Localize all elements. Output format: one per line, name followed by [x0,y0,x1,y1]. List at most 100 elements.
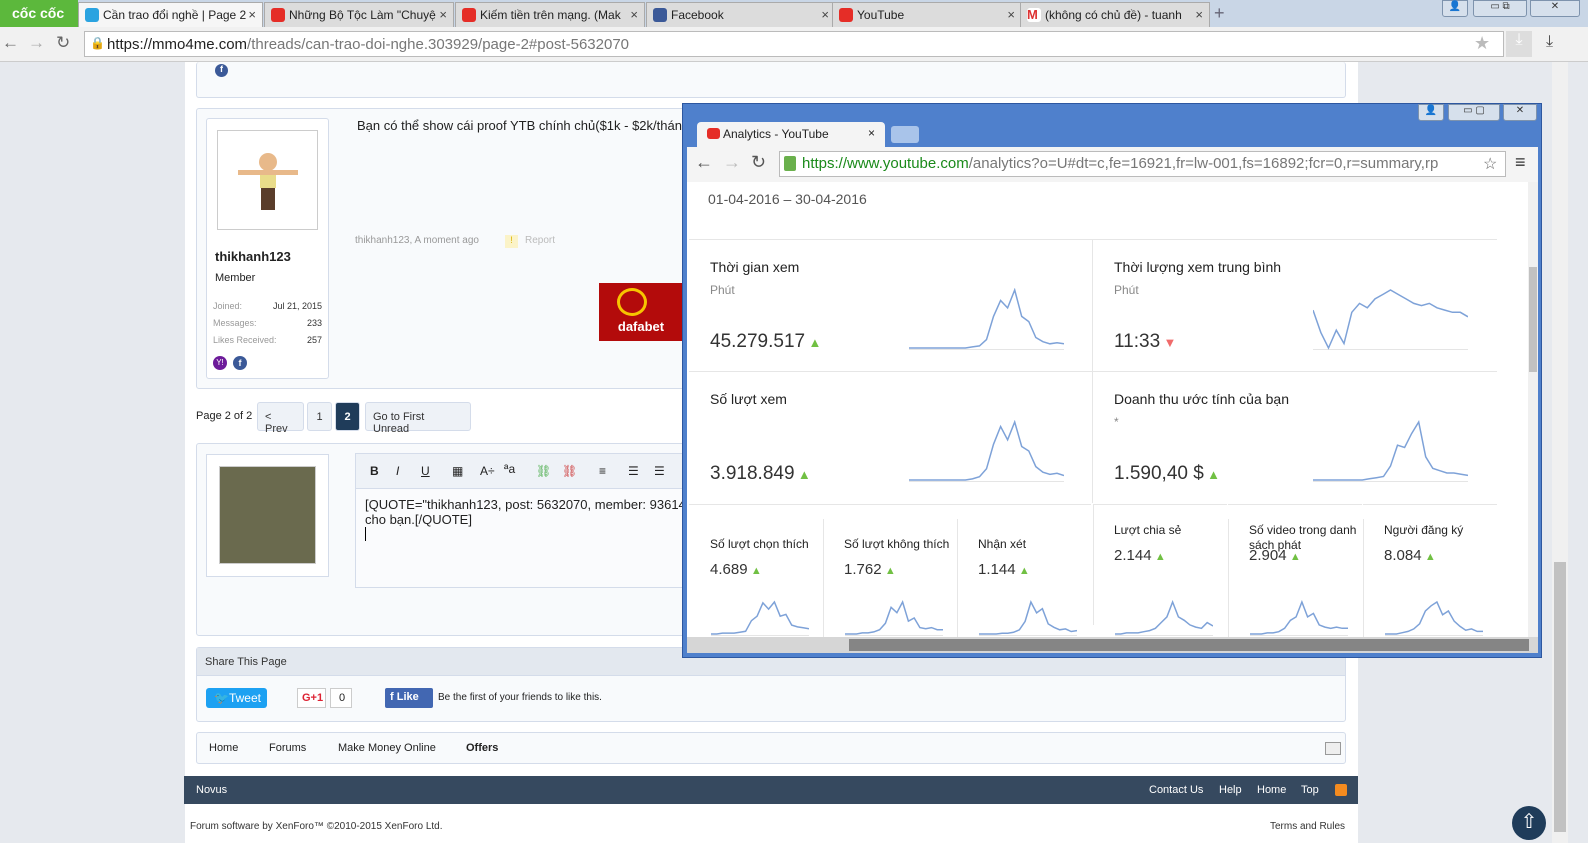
numbered-list-icon[interactable]: ☰ [654,464,665,478]
minimize-restore-buttons[interactable]: ▭ ⧉ [1473,0,1527,17]
browser-tab[interactable]: Facebook × [646,2,836,27]
italic-icon[interactable]: I [396,464,399,478]
metric-value: 8.084 [1384,547,1422,564]
dafabet-ad[interactable]: dafabet [599,283,683,341]
download-icon[interactable]: ⤓ [1506,31,1532,57]
metric-card[interactable]: Doanh thu ước tính của bạn * 1.590,40 $ ▲ [1093,371,1497,503]
sparkline [1312,289,1469,350]
close-window-button[interactable]: ✕ [1503,104,1537,121]
close-tab-icon[interactable]: × [821,7,829,22]
page-1-button[interactable]: 1 [307,402,332,431]
breadcrumb-item[interactable]: Make Money Online [338,742,436,754]
post-meta[interactable]: thikhanh123, A moment ago [355,235,479,246]
menu-icon[interactable]: ≡ [1515,152,1526,173]
tweet-button[interactable]: 🐦Tweet [206,688,267,708]
downloads-icon[interactable]: ⤓ [1546,33,1553,51]
horizontal-scrollbar[interactable] [687,637,1538,653]
page-2-button[interactable]: 2 [335,402,360,431]
back-icon[interactable]: ← [2,33,19,53]
scroll-top-button[interactable]: ⇧ [1512,806,1546,840]
metric-card[interactable]: Số lượt xem 3.918.849 ▲ [689,371,1093,503]
editor-textarea[interactable]: [QUOTE="thikhanh123, post: 5632070, memb… [365,497,685,541]
scrollbar-thumb[interactable] [1529,267,1537,372]
sparkline [909,287,1065,350]
facebook-like-button[interactable]: f Like [385,688,433,708]
rss-icon[interactable] [1335,784,1347,796]
close-tab-icon[interactable]: × [868,126,875,140]
reload-icon[interactable]: ↻ [56,33,70,53]
footer-brand[interactable]: Novus [196,784,227,796]
divider [823,519,824,639]
profile-icon[interactable]: 👤 [1442,0,1468,17]
terms-link[interactable]: Terms and Rules [1270,821,1345,832]
calendar-icon[interactable] [1325,742,1341,755]
close-window-button[interactable]: ✕ [1530,0,1580,17]
close-tab-icon[interactable]: × [1007,7,1015,22]
browser-tab[interactable]: Những Bộ Tộc Làm "Chuyệ × [264,2,454,27]
new-tab-button[interactable] [891,126,919,143]
first-unread-button[interactable]: Go to First Unread [365,402,471,435]
username[interactable]: thikhanh123 [215,249,291,264]
close-tab-icon[interactable]: × [1195,7,1203,22]
vertical-scrollbar[interactable] [1528,182,1538,639]
link-icon[interactable]: ⛓ [536,464,551,478]
popup-address-bar[interactable]: https://www.youtube.com/analytics?o=U#dt… [779,151,1506,177]
scrollbar-thumb[interactable] [1554,562,1566,832]
align-icon[interactable]: ≡ [599,464,606,478]
metric-card[interactable]: Thời gian xem Phút 45.279.517 ▲ [689,239,1093,371]
small-metric-card[interactable]: Lượt chia sẻ 2.144 ▲ [1093,504,1227,639]
yahoo-icon[interactable]: Y! [213,356,227,370]
footer-link[interactable]: Help [1219,784,1242,796]
facebook-icon[interactable]: f [215,64,228,77]
browser-tab[interactable]: M (không có chủ đề) - tuanh × [1020,2,1210,27]
tab-analytics[interactable]: Analytics - YouTube × [697,122,885,147]
my-avatar[interactable] [219,466,316,564]
minimize-maximize-buttons[interactable]: ▭ ▢ [1448,104,1500,121]
small-metric-card[interactable]: Người đăng ký 8.084 ▲ [1363,504,1497,639]
small-metric-card[interactable]: Nhận xét 1.144 ▲ [957,504,1091,639]
footer-link[interactable]: Top [1301,784,1319,796]
font-size-icon[interactable]: A÷ [480,464,495,478]
browser-logo[interactable]: cốc cốc [0,0,78,27]
unlink-icon[interactable]: ⛓ [562,464,577,478]
page-scrollbar[interactable] [1552,62,1568,843]
font-family-icon[interactable]: ªa [504,462,515,476]
breadcrumb-item[interactable]: Home [209,742,238,754]
metric-card[interactable]: Thời lượng xem trung bình Phút 11:33 ▼ [1093,239,1497,371]
forward-icon[interactable]: → [28,33,45,53]
sparkline [1385,600,1483,636]
browser-tab[interactable]: Cần trao đổi nghề | Page 2 × [78,2,263,27]
forward-icon[interactable]: → [723,152,741,173]
footer-link[interactable]: Home [1257,784,1286,796]
small-metric-card[interactable]: Số lượt chọn thích 4.689 ▲ [689,504,823,639]
bookmark-star-icon[interactable]: ★ [1474,33,1490,54]
scrollbar-thumb[interactable] [849,639,1529,651]
facebook-icon[interactable]: f [233,356,247,370]
user-avatar[interactable] [217,130,318,230]
bullet-list-icon[interactable]: ☰ [628,464,639,478]
gplus-button[interactable]: G+1 [297,688,326,708]
breadcrumb-item[interactable]: Forums [269,742,306,754]
new-tab-button[interactable]: + [1214,3,1225,24]
profile-icon[interactable]: 👤 [1418,104,1444,121]
address-bar[interactable]: 🔒 https://mmo4me.com/threads/can-trao-doi… [84,31,1504,57]
color-icon[interactable]: ▦ [452,464,463,478]
browser-tab[interactable]: YouTube × [832,2,1022,27]
back-icon[interactable]: ← [695,152,713,173]
metric-value: 1.762 [844,561,882,578]
bookmark-star-icon[interactable]: ☆ [1483,154,1497,174]
footer-link[interactable]: Contact Us [1149,784,1203,796]
reload-icon[interactable]: ↻ [751,152,766,173]
close-tab-icon[interactable]: × [630,7,638,22]
close-tab-icon[interactable]: × [439,7,447,22]
small-metric-card[interactable]: Số lượt không thích 1.762 ▲ [823,504,957,639]
close-tab-icon[interactable]: × [248,7,256,22]
bold-icon[interactable]: B [370,464,379,478]
browser-tab[interactable]: Kiếm tiền trên mạng. (Mak × [455,2,645,27]
small-metric-card[interactable]: Số video trong danh sách phát 2.904 ▲ [1228,504,1362,639]
metric-subtitle: Phút [710,283,735,297]
prev-page-button[interactable]: < Prev [257,402,304,435]
report-link[interactable]: Report [525,235,555,246]
breadcrumb-item[interactable]: Offers [466,742,498,754]
underline-icon[interactable]: U [421,464,430,478]
